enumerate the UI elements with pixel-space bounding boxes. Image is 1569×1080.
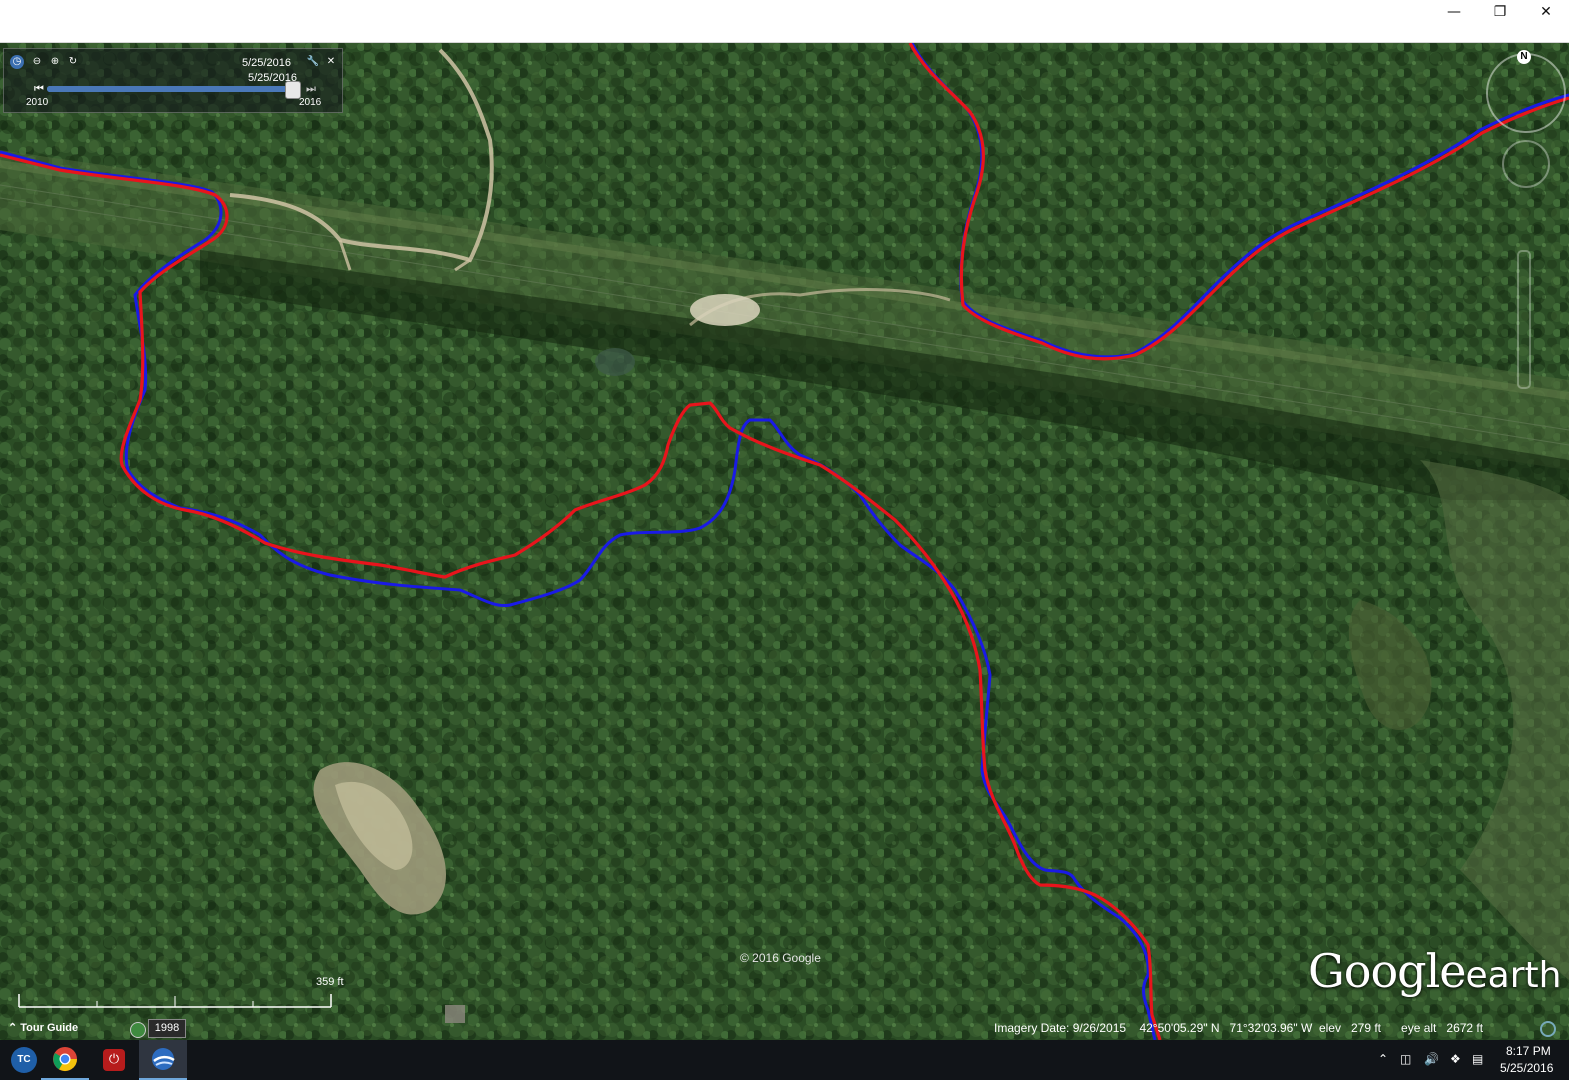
google-earth-logo: Googleearth [1308, 944, 1561, 998]
eye-alt-value: 2672 ft [1446, 1021, 1484, 1035]
zoom-slider[interactable] [1517, 250, 1531, 389]
compass-ring[interactable] [1486, 53, 1566, 133]
tour-guide-button[interactable]: ⌃ Tour Guide [8, 1021, 78, 1034]
clock-date[interactable]: 5/25/2016 [1500, 1061, 1553, 1075]
scale-label: 359 ft [316, 976, 344, 988]
minimize-button[interactable]: — [1431, 0, 1477, 24]
streaming-icon [1540, 1021, 1556, 1037]
restore-icon: ❐ [1493, 4, 1507, 20]
power-app-button[interactable]: ⏻ [90, 1040, 138, 1080]
start-year-label: 2010 [26, 97, 49, 108]
historical-imagery-icon[interactable] [130, 1022, 146, 1038]
chrome-icon [53, 1047, 77, 1072]
time-slider-track[interactable] [47, 86, 300, 92]
step-forward-icon[interactable]: ⏭ [306, 82, 316, 96]
logo-sub: earth [1465, 955, 1562, 996]
scale-bar [18, 994, 332, 1008]
chevron-up-icon[interactable]: ⌃ [1378, 1052, 1388, 1066]
red-track-north [908, 43, 1569, 361]
google-earth-button[interactable] [139, 1040, 187, 1080]
clock-icon[interactable]: ◷ [10, 55, 24, 69]
current-date-label: 5/25/2016 [242, 57, 291, 69]
blue-track [0, 150, 1157, 1040]
close-icon: ✕ [1540, 4, 1552, 20]
time-slider-fill [47, 86, 300, 92]
tc-app-icon: TC [11, 1047, 37, 1073]
play-icon[interactable]: ↻ [66, 55, 80, 69]
chrome-button[interactable] [41, 1040, 89, 1080]
time-slider-panel: ◷ ⊖ ⊕ ↻ 🔧 ✕ 5/25/2016 5/25/2016 ⏮ ⏭ 2010… [3, 48, 343, 113]
notification-icon[interactable]: ▤ [1472, 1052, 1483, 1066]
zoom-in-time-icon[interactable]: ⊕ [48, 55, 62, 69]
power-app-icon: ⏻ [103, 1049, 125, 1071]
status-bar: ⌃ Tour Guide 1998 Imagery Date: 9/26/201… [0, 1018, 1569, 1040]
compass-north-icon[interactable]: N [1517, 50, 1531, 64]
elev-value: 279 ft [1350, 1021, 1381, 1035]
wrench-icon[interactable]: 🔧 [306, 55, 320, 69]
eye-alt-label: eye alt [1401, 1021, 1437, 1035]
maximize-button[interactable]: ❐ [1477, 0, 1523, 24]
red-track [0, 153, 1162, 1040]
taskbar: TC ⏻ ⌃ ◫ 🔊 ❖ ▤ 8:17 PM 5/25/2016 [0, 1040, 1569, 1080]
step-back-icon[interactable]: ⏮ [34, 82, 44, 96]
volume-icon[interactable]: 🔊 [1424, 1052, 1439, 1066]
copyright-label: © 2016 Google [740, 951, 821, 965]
imagery-date: Imagery Date: 9/26/2015 [994, 1021, 1127, 1035]
minimize-icon: — [1447, 4, 1461, 20]
status-info: Imagery Date: 9/26/2015 42°50'05.29" N 7… [994, 1021, 1483, 1035]
look-joystick[interactable] [1502, 140, 1550, 188]
elev-label: elev [1318, 1021, 1341, 1035]
zoom-out-time-icon[interactable]: ⊖ [30, 55, 44, 69]
blue-track-north [910, 43, 1569, 359]
historical-year-badge[interactable]: 1998 [148, 1019, 186, 1038]
map-view[interactable] [0, 43, 1569, 1040]
end-year-label: 2016 [299, 97, 322, 108]
clock-time[interactable]: 8:17 PM [1506, 1044, 1551, 1058]
network-icon[interactable]: ◫ [1400, 1052, 1411, 1066]
close-button[interactable]: ✕ [1523, 0, 1569, 24]
logo-main: Google [1308, 944, 1467, 998]
longitude: 71°32'03.96" W [1229, 1021, 1313, 1035]
tour-guide-label: Tour Guide [20, 1022, 79, 1034]
google-earth-icon [152, 1048, 175, 1070]
dropbox-icon[interactable]: ❖ [1450, 1052, 1461, 1066]
gps-tracks [0, 43, 1569, 1040]
window-title-bar: — ❐ ✕ [0, 0, 1569, 43]
close-panel-icon[interactable]: ✕ [324, 55, 338, 69]
latitude: 42°50'05.29" N [1139, 1021, 1220, 1035]
